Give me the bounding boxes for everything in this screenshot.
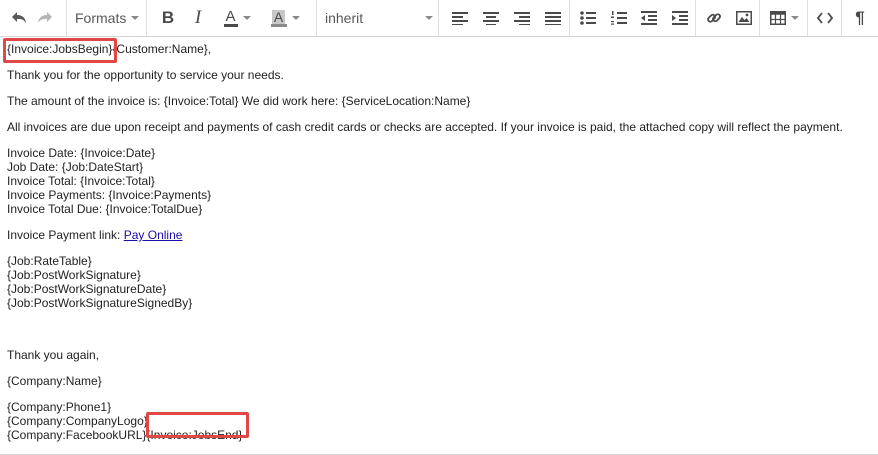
link-icon [706,10,722,26]
align-left-icon [451,11,468,25]
visual-chars-group: ¶ [842,0,878,36]
formats-label: Formats [75,10,127,26]
source-code-icon [817,12,833,24]
bullet-list-button[interactable] [573,4,604,32]
company-facebook-token: {Company:FacebookURL} [7,428,147,442]
outdent-icon [641,11,658,25]
align-right-button[interactable] [507,4,538,32]
invoice-total-due-line: Invoice Total Due: {Invoice:TotalDue} [7,202,203,216]
indent-button[interactable] [665,4,696,32]
payment-link-label: Invoice Payment link: [7,228,124,242]
redo-icon [37,11,53,25]
rich-text-editor: Formats B I A A inherit ¶ {Invoice:JobsB… [0,0,878,455]
jobs-end-token: {Invoice:JobsEnd} [146,428,243,442]
formats-dropdown-group: Formats [67,0,147,36]
payment-link-paragraph: Invoice Payment link: Pay Online [7,228,874,242]
link-button[interactable] [699,4,729,32]
numbered-list-icon [610,11,627,25]
italic-icon: I [194,7,202,28]
align-justify-icon [545,11,562,25]
redo-button[interactable] [32,4,58,32]
font-family-label: inherit [325,10,364,26]
thanks-paragraph: Thank you for the opportunity to service… [7,68,284,82]
company-name-paragraph: {Company:Name} [7,374,102,388]
image-icon [736,11,752,25]
text-color-icon: A [223,7,238,27]
paragraph-mark-icon: ¶ [855,8,865,27]
list-group [570,0,696,36]
align-justify-button[interactable] [538,4,569,32]
align-center-icon [482,11,499,25]
alignment-group [439,0,570,36]
italic-button[interactable]: I [183,4,213,32]
chevron-down-icon [131,16,140,20]
chevron-down-icon [425,16,433,20]
font-family-group: inherit [317,0,439,36]
amount-paragraph: The amount of the invoice is: {Invoice:T… [7,94,471,108]
company-phone-line: {Company:Phone1} [7,400,112,414]
text-color-button[interactable]: A [213,4,261,32]
text-style-group: B I A A [147,0,317,36]
background-color-button[interactable]: A [261,4,309,32]
history-group [0,0,67,36]
numbered-list-button[interactable] [604,4,635,32]
invoice-details: Invoice Date: {Invoice:Date} Job Date: {… [7,146,874,216]
chevron-down-icon [242,16,251,20]
insert-group [696,0,760,36]
indent-icon [671,11,688,25]
invoice-payments-line: Invoice Payments: {Invoice:Payments} [7,188,212,202]
jobs-begin-token: {Invoice:JobsBegin} [7,42,113,56]
show-blocks-button[interactable]: ¶ [846,4,874,32]
job-fields: {Job:RateTable} {Job:PostWorkSignature} … [7,254,874,310]
undo-icon [11,11,27,25]
greeting-line: {Invoice:JobsBegin}{Customer:Name}, [7,42,874,56]
customer-name-token: {Customer:Name}, [112,42,212,56]
formats-dropdown[interactable]: Formats [75,4,140,32]
company-logo-line: {Company:CompanyLogo} [7,414,148,428]
bold-icon: B [161,8,175,27]
code-group [808,0,842,36]
job-signature-signed-by-line: {Job:PostWorkSignatureSignedBy} [7,296,193,310]
chevron-down-icon [291,16,300,20]
outdent-button[interactable] [634,4,665,32]
undo-button[interactable] [6,4,32,32]
font-family-dropdown[interactable]: inherit [325,4,433,32]
job-signature-date-line: {Job:PostWorkSignatureDate} [7,282,167,296]
align-left-button[interactable] [444,4,475,32]
empty-paragraph [7,322,874,336]
table-icon [769,11,786,25]
company-facebook-line: {Company:FacebookURL}{Invoice:JobsEnd} [7,428,874,442]
job-rate-table-line: {Job:RateTable} [7,254,92,268]
align-right-icon [514,11,531,25]
chevron-down-icon [790,16,799,20]
terms-paragraph: All invoices are due upon receipt and pa… [7,120,843,134]
job-date-line: Job Date: {Job:DateStart} [7,160,144,174]
align-center-button[interactable] [475,4,506,32]
source-code-button[interactable] [811,4,839,32]
background-color-icon: A [270,9,287,27]
editor-content[interactable]: {Invoice:JobsBegin}{Customer:Name}, Than… [7,42,874,454]
image-button[interactable] [729,4,759,32]
bullet-list-icon [580,11,597,25]
bold-button[interactable]: B [153,4,183,32]
editor-toolbar: Formats B I A A inherit ¶ [0,0,878,37]
table-button[interactable] [765,4,803,32]
table-group [760,0,808,36]
invoice-date-line: Invoice Date: {Invoice:Date} [7,146,156,160]
company-fields: {Company:Phone1} {Company:CompanyLogo} {… [7,400,874,442]
pay-online-link[interactable]: Pay Online [124,228,183,242]
invoice-total-line: Invoice Total: {Invoice:Total} [7,174,155,188]
thanks-again-paragraph: Thank you again, [7,348,100,362]
job-signature-line: {Job:PostWorkSignature} [7,268,141,282]
